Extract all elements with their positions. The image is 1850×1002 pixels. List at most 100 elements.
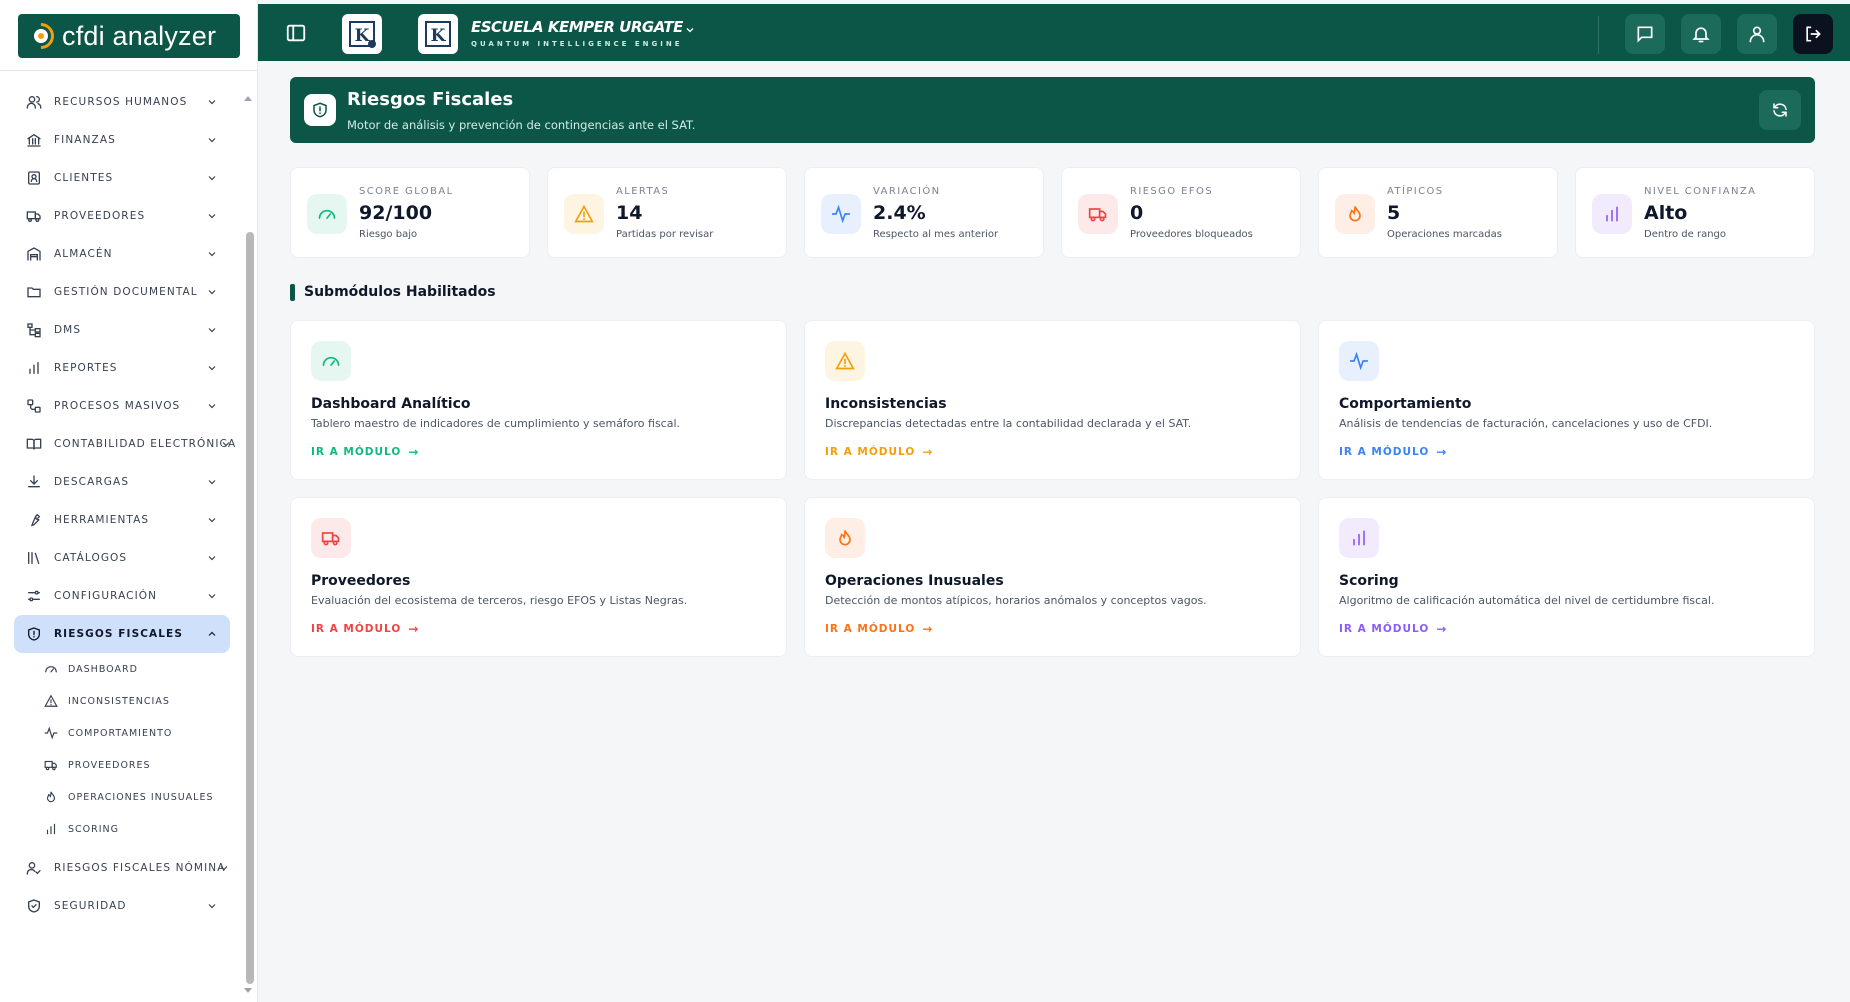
sidebar-subitem-inconsistencias[interactable]: Inconsistencias [44,685,230,717]
refresh-icon [1773,103,1787,117]
module-link-label: IR A MÓDULO [1339,446,1430,458]
sidebar-item-almacen[interactable]: Almacén [14,235,230,273]
sidebar-item-riesgos-fiscales-nomina[interactable]: Riesgos Fiscales Nómina [14,849,230,887]
section-accent [290,284,295,301]
sidebar-item-clientes[interactable]: Clientes [14,159,230,197]
scroll-down-arrow[interactable] [244,988,252,993]
module-link-label: IR A MÓDULO [825,446,916,458]
stat-label: Riesgo EFOS [1130,186,1214,197]
module-card-dashboard[interactable]: Dashboard Analítico Tablero maestro de i… [290,320,787,480]
chevron-down-icon [208,480,216,485]
sidebar-subitem-label: Dashboard [68,663,138,675]
school-badge[interactable]: K [342,14,382,54]
stat-value: 0 [1130,202,1144,224]
sidebar-subitem-label: Proveedores [68,759,151,771]
sidebar: cfdi analyzer Recursos Humanos Finanzas … [0,0,258,1002]
bar-chart-icon [26,360,42,376]
sidebar-item-proveedores[interactable]: Proveedores [14,197,230,235]
module-card-proveedores[interactable]: Proveedores Evaluación del ecosistema de… [290,497,787,657]
chevron-up-icon [208,631,216,636]
module-link[interactable]: IR A MÓDULO → [825,622,933,636]
module-link[interactable]: IR A MÓDULO → [1339,622,1447,636]
sidebar-item-label: Herramientas [54,514,150,526]
sidebar-item-label: Clientes [54,172,114,184]
stat-caption: Partidas por revisar [616,229,714,240]
app-logo[interactable]: cfdi analyzer [18,14,240,58]
module-title: Comportamiento [1339,396,1472,412]
stat-label: Score Global [359,186,454,197]
refresh-button[interactable] [1759,90,1801,130]
sidebar-scrollbar[interactable] [246,232,254,984]
module-title: Operaciones Inusuales [825,573,1004,589]
module-link[interactable]: IR A MÓDULO → [1339,445,1447,459]
bar-chart-icon [1592,194,1632,234]
sidebar-item-label: Finanzas [54,134,116,146]
school-selector[interactable]: ESCUELA KEMPER URGATE QUANTUM INTELLIGEN… [471,18,683,48]
sidebar-item-herramientas[interactable]: Herramientas [14,501,230,539]
sidebar-item-contabilidad-electronica[interactable]: Contabilidad Electrónica [14,425,235,463]
chevron-down-icon [208,138,216,143]
warning-icon [44,694,58,708]
module-card-comportamiento[interactable]: Comportamiento Análisis de tendencias de… [1318,320,1815,480]
sidebar-subitem-operaciones-inusuales[interactable]: Operaciones Inusuales [44,781,230,813]
module-title: Inconsistencias [825,396,947,412]
module-link[interactable]: IR A MÓDULO → [825,445,933,459]
stat-value: 14 [616,202,643,224]
sidebar-item-label: Proveedores [54,210,146,222]
stat-card-alertas: Alertas 14 Partidas por revisar [547,167,787,258]
module-card-inconsistencias[interactable]: Inconsistencias Discrepancias detectadas… [804,320,1301,480]
chevron-down-icon [208,404,216,409]
stat-value: Alto [1644,202,1688,224]
bell-icon [1692,27,1710,43]
module-card-operaciones-inusuales[interactable]: Operaciones Inusuales Detección de monto… [804,497,1301,657]
sidebar-item-finanzas[interactable]: Finanzas [14,121,230,159]
sidebar-divider [0,70,258,71]
sidebar-subitem-proveedores[interactable]: Proveedores [44,749,230,781]
messages-button[interactable] [1625,14,1665,54]
chevron-down-icon [208,100,216,105]
stat-caption: Dentro de rango [1644,229,1727,240]
chevron-down-icon [208,594,216,599]
sidebar-item-label: Riesgos Fiscales Nómina [54,862,226,874]
module-title: Scoring [1339,573,1399,589]
stat-caption: Proveedores bloqueados [1130,229,1253,240]
logout-button[interactable] [1793,14,1833,54]
school-logo[interactable]: K [418,14,458,54]
arrow-right-icon: → [408,445,420,459]
flame-icon [44,790,58,804]
sidebar-item-seguridad[interactable]: Seguridad [14,887,230,925]
sidebar-item-descargas[interactable]: Descargas [14,463,230,501]
sidebar-item-configuracion[interactable]: Configuración [14,577,230,615]
stat-label: Variación [873,186,941,197]
arrow-right-icon: → [1436,622,1448,636]
activity-icon [44,726,58,740]
toggle-sidebar-button[interactable] [284,21,308,45]
sidebar-item-procesos-masivos[interactable]: Procesos Masivos [14,387,230,425]
sidebar-item-label: Recursos Humanos [54,96,188,108]
module-link[interactable]: IR A MÓDULO → [311,622,419,636]
sidebar-item-gestion-documental[interactable]: Gestión Documental [14,273,230,311]
profile-button[interactable] [1737,14,1777,54]
truck-icon [1078,194,1118,234]
sidebar-subitem-comportamiento[interactable]: Comportamiento [44,717,230,749]
gauge-icon [311,341,351,381]
sidebar-item-riesgos-fiscales[interactable]: Riesgos Fiscales [14,615,230,653]
sidebar-item-reportes[interactable]: Reportes [14,349,230,387]
chevron-down-icon [208,328,216,333]
warehouse-icon [26,246,42,262]
sidebar-item-dms[interactable]: DMS [14,311,230,349]
sidebar-subitem-dashboard[interactable]: Dashboard [44,653,230,685]
sidebar-item-label: Procesos Masivos [54,400,181,412]
sidebar-subitem-scoring[interactable]: Scoring [44,813,230,845]
sidebar-subitem-label: Operaciones Inusuales [68,791,214,803]
notifications-button[interactable] [1681,14,1721,54]
stat-value: 2.4% [873,202,926,224]
scroll-up-arrow[interactable] [244,96,252,101]
shield-icon [26,626,42,642]
sidebar-item-catalogos[interactable]: Catálogos [14,539,230,577]
module-link[interactable]: IR A MÓDULO → [311,445,419,459]
module-card-scoring[interactable]: Scoring Algoritmo de calificación automá… [1318,497,1815,657]
sidebar-nav: Recursos Humanos Finanzas Clientes Prove… [14,83,235,925]
sidebar-item-recursos-humanos[interactable]: Recursos Humanos [14,83,230,121]
chevron-down-icon[interactable] [684,24,696,36]
